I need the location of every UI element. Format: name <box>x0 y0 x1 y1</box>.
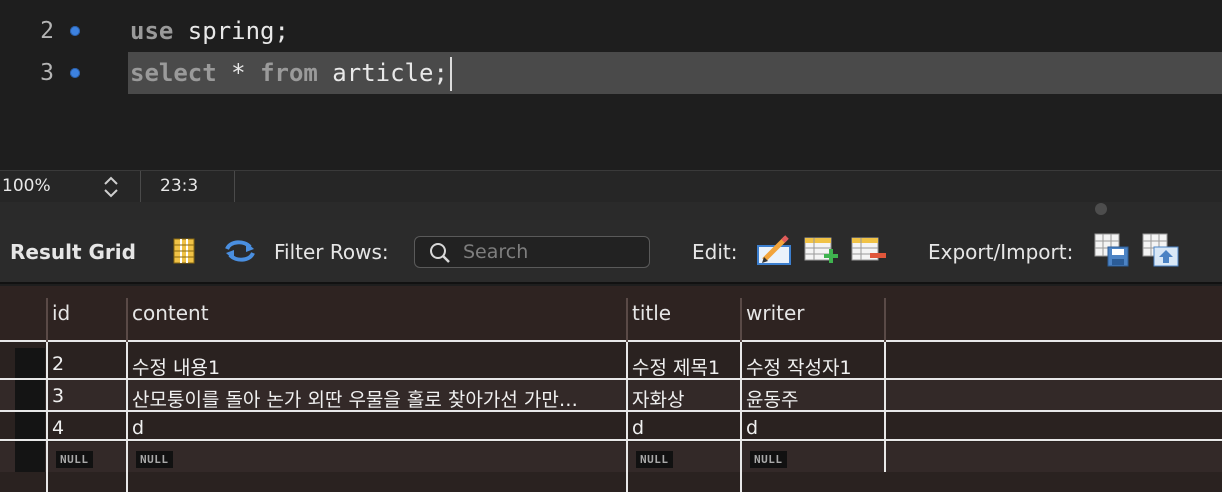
sql-keyword: use <box>130 17 174 45</box>
row-selector[interactable] <box>15 348 45 378</box>
sql-keyword: from <box>260 59 318 87</box>
result-toolbar: Result Grid Filter Rows: Edit: <box>0 220 1222 284</box>
panel-splitter[interactable] <box>0 202 1222 220</box>
zoom-level[interactable]: 100% <box>2 176 51 196</box>
editor-status-bar: 100% 23:3 <box>0 170 1222 203</box>
search-icon <box>429 242 451 269</box>
column-divider[interactable] <box>740 298 742 342</box>
table-row[interactable]: 3 산모퉁이를 돌아 논가 외딴 우물을 홀로 찾아가선 가만… 자화상 윤동주 <box>0 380 1222 412</box>
search-input[interactable] <box>463 240 643 264</box>
import-icon[interactable] <box>1142 233 1180 272</box>
zoom-stepper-icon[interactable] <box>102 175 120 199</box>
cell-id[interactable]: 2 <box>52 353 64 375</box>
sql-keyword: select <box>130 59 217 87</box>
export-import-label: Export/Import: <box>928 240 1074 264</box>
cell-content[interactable]: 수정 내용1 <box>132 353 622 380</box>
cell-id[interactable]: 4 <box>52 417 64 439</box>
statement-marker-icon[interactable] <box>70 26 80 36</box>
cell-title[interactable]: d <box>632 417 738 439</box>
line-number: 3 <box>40 60 54 86</box>
add-row-icon[interactable] <box>804 236 840 271</box>
column-divider[interactable] <box>46 298 48 342</box>
null-badge: NULL <box>750 451 787 468</box>
column-header-writer[interactable]: writer <box>746 301 805 325</box>
cell-writer[interactable]: d <box>746 417 882 439</box>
column-gridline <box>884 342 886 472</box>
null-badge: NULL <box>636 451 673 468</box>
splitter-handle-icon[interactable] <box>1095 203 1107 215</box>
cursor-position: 23:3 <box>160 176 199 196</box>
sql-text: spring; <box>173 17 289 45</box>
column-gridline <box>626 342 628 492</box>
text-caret <box>449 57 452 91</box>
cell-writer[interactable]: 수정 작성자1 <box>746 353 882 380</box>
result-grid-title: Result Grid <box>10 240 136 264</box>
null-placeholder[interactable]: NULL <box>636 446 673 468</box>
sql-text: article; <box>317 59 448 87</box>
cell-id[interactable]: 3 <box>52 385 64 407</box>
refresh-icon[interactable] <box>224 238 256 269</box>
null-badge: NULL <box>136 451 173 468</box>
column-header-title[interactable]: title <box>632 301 671 325</box>
export-icon[interactable] <box>1094 233 1130 272</box>
table-row[interactable]: 2 수정 내용1 수정 제목1 수정 작성자1 <box>0 348 1222 380</box>
row-selector[interactable] <box>15 412 45 442</box>
cell-content[interactable]: 산모퉁이를 돌아 논가 외딴 우물을 홀로 찾아가선 가만… <box>132 385 622 412</box>
column-divider[interactable] <box>626 298 628 342</box>
null-badge: NULL <box>56 451 93 468</box>
code-text[interactable]: use spring; <box>130 10 289 52</box>
filter-rows-label: Filter Rows: <box>274 240 389 264</box>
cell-content[interactable]: d <box>132 417 622 439</box>
statement-marker-icon[interactable] <box>70 68 80 78</box>
sql-operator: * <box>216 59 261 87</box>
code-line-3[interactable]: 3 select * from article; <box>0 52 1222 94</box>
column-header-id[interactable]: id <box>52 301 70 325</box>
cell-title[interactable]: 자화상 <box>632 385 738 412</box>
column-gridline <box>46 342 48 492</box>
new-row[interactable]: NULL NULL NULL NULL <box>0 442 1222 472</box>
column-divider[interactable] <box>884 298 886 342</box>
column-gridline <box>740 342 742 492</box>
row-selector[interactable] <box>15 442 45 472</box>
null-placeholder[interactable]: NULL <box>750 446 787 468</box>
grid-header: id content title writer <box>0 286 1222 342</box>
null-placeholder[interactable]: NULL <box>136 446 173 468</box>
sql-editor[interactable]: 2 use spring; 3 select * from article; <box>0 0 1222 170</box>
cell-writer[interactable]: 윤동주 <box>746 385 882 412</box>
row-divider <box>0 439 1222 441</box>
column-gridline <box>126 342 128 492</box>
code-line-2[interactable]: 2 use spring; <box>0 10 1222 52</box>
code-text[interactable]: select * from article; <box>130 52 452 94</box>
delete-row-icon[interactable] <box>851 236 887 271</box>
divider <box>140 171 141 203</box>
edit-label: Edit: <box>692 240 738 264</box>
filter-search-box[interactable] <box>414 236 650 268</box>
row-selector[interactable] <box>15 380 45 410</box>
edit-cell-icon[interactable] <box>756 234 792 271</box>
cell-title[interactable]: 수정 제목1 <box>632 353 738 380</box>
result-grid[interactable]: id content title writer 2 수정 내용1 수정 제목1 … <box>0 286 1222 492</box>
line-number: 2 <box>40 18 54 44</box>
column-header-content[interactable]: content <box>132 301 209 325</box>
divider <box>234 171 235 203</box>
column-layout-icon[interactable] <box>173 238 195 269</box>
null-placeholder[interactable]: NULL <box>56 446 93 468</box>
column-divider[interactable] <box>126 298 128 342</box>
table-row[interactable]: 4 d d d <box>0 412 1222 442</box>
